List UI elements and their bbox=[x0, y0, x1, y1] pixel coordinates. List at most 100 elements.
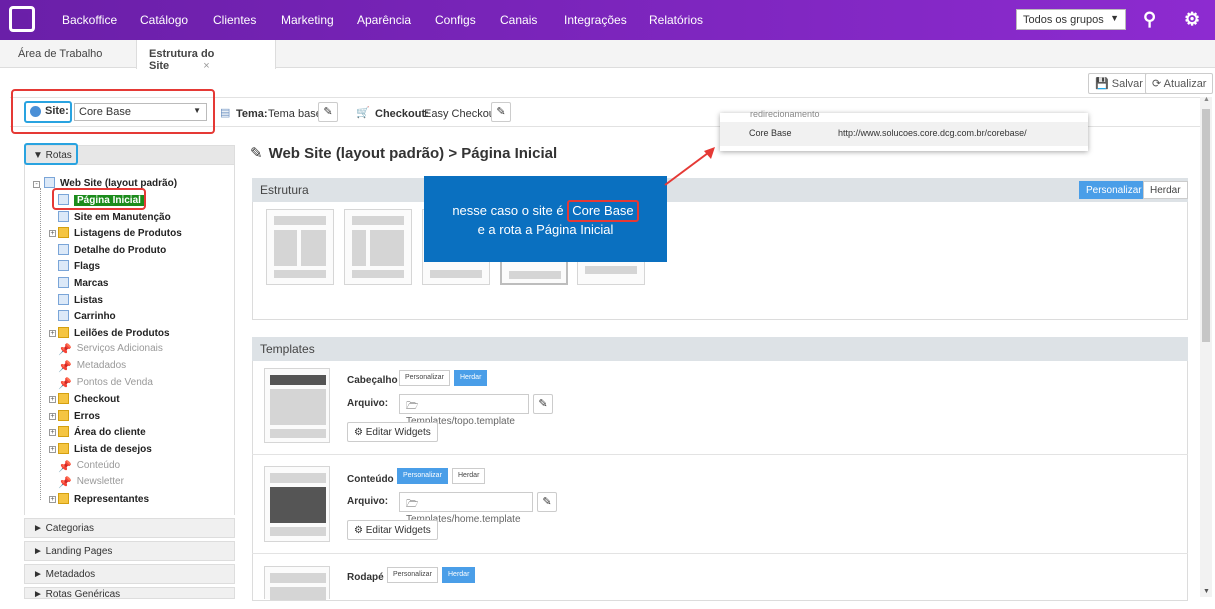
rodape-herdar-button[interactable]: Herdar bbox=[442, 567, 476, 583]
checkout-value: Easy Checkout bbox=[424, 108, 498, 120]
globe-icon bbox=[30, 106, 41, 117]
rotas-genericas-accordion-header[interactable]: ► Rotas Genéricas bbox=[24, 587, 235, 599]
popup-site-row[interactable]: Core Base http://www.solucoes.core.dcg.c… bbox=[720, 122, 1088, 146]
tree-item[interactable]: Listagens de Produtos bbox=[58, 227, 182, 239]
refresh-button[interactable]: ⟳ Atualizar bbox=[1145, 73, 1214, 94]
tree-item[interactable]: 📌 Newsletter bbox=[58, 476, 124, 489]
search-icon[interactable]: ⚲ bbox=[1143, 9, 1156, 30]
expand-icon[interactable]: + bbox=[49, 230, 56, 237]
tab-workspace-label: Área de Trabalho bbox=[18, 48, 103, 60]
conteudo-personalizar-button[interactable]: Personalizar bbox=[397, 468, 448, 484]
cabecalho-herdar-button[interactable]: Herdar bbox=[454, 370, 488, 386]
edit-theme-button[interactable]: ✎ bbox=[318, 102, 338, 122]
edit-conteudo-file-button[interactable]: ✎ bbox=[537, 492, 557, 512]
landing-pages-label: ► Landing Pages bbox=[33, 546, 113, 557]
site-label: Site: bbox=[45, 105, 69, 117]
gear-icon: ⚙ bbox=[354, 427, 366, 438]
nav-aparencia[interactable]: Aparência bbox=[357, 13, 411, 27]
site-select[interactable]: Core Base ▼ bbox=[74, 103, 207, 121]
nav-catalogo[interactable]: Catálogo bbox=[140, 13, 188, 27]
conteudo-herdar-button[interactable]: Herdar bbox=[452, 468, 486, 484]
popup-site-url: http://www.solucoes.core.dcg.com.br/core… bbox=[838, 128, 1027, 138]
vertical-scrollbar[interactable]: ▲ ▼ bbox=[1200, 96, 1212, 597]
nav-relatorios[interactable]: Relatórios bbox=[649, 13, 703, 27]
expand-icon[interactable]: + bbox=[49, 396, 56, 403]
tree-item[interactable]: 📌 Pontos de Venda bbox=[58, 377, 153, 390]
save-button[interactable]: 💾 Salvar bbox=[1088, 73, 1150, 94]
caret-down-icon: ▼ bbox=[193, 106, 201, 115]
nav-integracoes[interactable]: Integrações bbox=[564, 13, 627, 27]
nav-marketing[interactable]: Marketing bbox=[281, 13, 334, 27]
close-tab-icon[interactable]: × bbox=[203, 60, 209, 72]
conteudo-edit-widgets-button[interactable]: ⚙ Editar Widgets bbox=[347, 520, 438, 540]
tree-item[interactable]: Listas bbox=[58, 294, 103, 306]
rodape-thumbnail bbox=[264, 566, 330, 600]
cabecalho-edit-widgets-button[interactable]: ⚙ Editar Widgets bbox=[347, 422, 438, 442]
expand-icon[interactable]: + bbox=[49, 496, 56, 503]
layout-option[interactable] bbox=[344, 209, 412, 285]
edit-checkout-button[interactable]: ✎ bbox=[491, 102, 511, 122]
gear-icon[interactable]: ⚙ bbox=[1184, 9, 1200, 30]
tree-item[interactable]: Marcas bbox=[58, 277, 108, 289]
nav-configs[interactable]: Configs bbox=[435, 13, 476, 27]
tree-item[interactable]: Leilões de Produtos bbox=[58, 327, 170, 339]
metadados-accordion-header[interactable]: ► Metadados bbox=[24, 564, 235, 584]
folder-icon bbox=[58, 393, 69, 404]
scrollbar-thumb[interactable] bbox=[1202, 109, 1210, 342]
tree-item-label: Pontos de Venda bbox=[76, 377, 153, 388]
collapse-icon[interactable]: - bbox=[33, 181, 40, 188]
expand-icon[interactable]: + bbox=[49, 413, 56, 420]
herdar-label: Herdar bbox=[448, 571, 470, 578]
tree-item[interactable]: Erros bbox=[58, 410, 100, 422]
tree-guide-line bbox=[40, 188, 41, 500]
landing-pages-accordion-header[interactable]: ► Landing Pages bbox=[24, 541, 235, 561]
tree-item[interactable]: Flags bbox=[58, 260, 100, 272]
edit-widgets-label: Editar Widgets bbox=[365, 525, 431, 536]
folder-icon: 🗁 bbox=[406, 499, 419, 510]
rodape-label: Rodapé bbox=[347, 572, 384, 583]
cabecalho-file-field[interactable]: 🗁 Templates/topo.template bbox=[399, 394, 529, 427]
page-title-text: Web Site (layout padrão) > Página Inicia… bbox=[268, 145, 558, 162]
callout-highlight: Core Base bbox=[567, 200, 639, 222]
edit-cabecalho-file-button[interactable]: ✎ bbox=[533, 394, 553, 414]
tree-item[interactable]: Área do cliente bbox=[58, 426, 146, 438]
nav-clientes[interactable]: Clientes bbox=[213, 13, 256, 27]
tree-item-label: Site em Manutenção bbox=[74, 212, 171, 223]
tree-item[interactable]: 📌 Conteúdo bbox=[58, 460, 120, 473]
estrutura-personalizar-button[interactable]: Personalizar bbox=[1079, 181, 1149, 199]
scroll-down-icon[interactable]: ▼ bbox=[1203, 588, 1210, 595]
cabecalho-personalizar-button[interactable]: Personalizar bbox=[399, 370, 450, 386]
tree-item-label: Listas bbox=[74, 295, 103, 306]
folder-icon: 🗁 bbox=[406, 401, 419, 412]
rodape-personalizar-button[interactable]: Personalizar bbox=[387, 567, 438, 583]
tab-workspace[interactable]: Área de Trabalho bbox=[6, 40, 114, 68]
layout-option[interactable] bbox=[266, 209, 334, 285]
group-select[interactable]: Todos os grupos ▼ bbox=[1016, 9, 1126, 30]
categorias-accordion-header[interactable]: ► Categorias bbox=[24, 518, 235, 538]
estrutura-header: Estrutura bbox=[252, 178, 1188, 202]
tab-site-structure[interactable]: Estrutura do Site × bbox=[136, 40, 276, 72]
tree-item-label: Listagens de Produtos bbox=[74, 228, 182, 239]
expand-icon[interactable]: + bbox=[49, 446, 56, 453]
tree-item[interactable]: Lista de desejos bbox=[58, 443, 152, 455]
nav-backoffice[interactable]: Backoffice bbox=[62, 13, 117, 27]
tree-item[interactable]: Carrinho bbox=[58, 310, 116, 322]
conteudo-file-field[interactable]: 🗁 Templates/home.template bbox=[399, 492, 533, 525]
tree-item[interactable]: 📌 Serviços Adicionais bbox=[58, 343, 163, 356]
personalizar-label: Personalizar bbox=[405, 374, 444, 381]
highlight-routes bbox=[24, 143, 78, 165]
tree-item[interactable]: Representantes bbox=[58, 493, 149, 505]
nav-canais[interactable]: Canais bbox=[500, 13, 537, 27]
tree-item[interactable]: Site em Manutenção bbox=[58, 211, 171, 223]
expand-icon[interactable]: + bbox=[49, 429, 56, 436]
app-logo-icon[interactable] bbox=[9, 6, 35, 32]
conteudo-thumbnail bbox=[264, 466, 330, 542]
tree-item[interactable]: Checkout bbox=[58, 393, 120, 405]
tree-item[interactable]: Detalhe do Produto bbox=[58, 244, 166, 256]
expand-icon[interactable]: + bbox=[49, 330, 56, 337]
folder-icon bbox=[58, 426, 69, 437]
tree-item[interactable]: 📌 Metadados bbox=[58, 360, 126, 373]
scroll-up-icon[interactable]: ▲ bbox=[1203, 96, 1210, 103]
estrutura-herdar-button[interactable]: Herdar bbox=[1143, 181, 1188, 199]
herdar-label: Herdar bbox=[1150, 185, 1181, 196]
